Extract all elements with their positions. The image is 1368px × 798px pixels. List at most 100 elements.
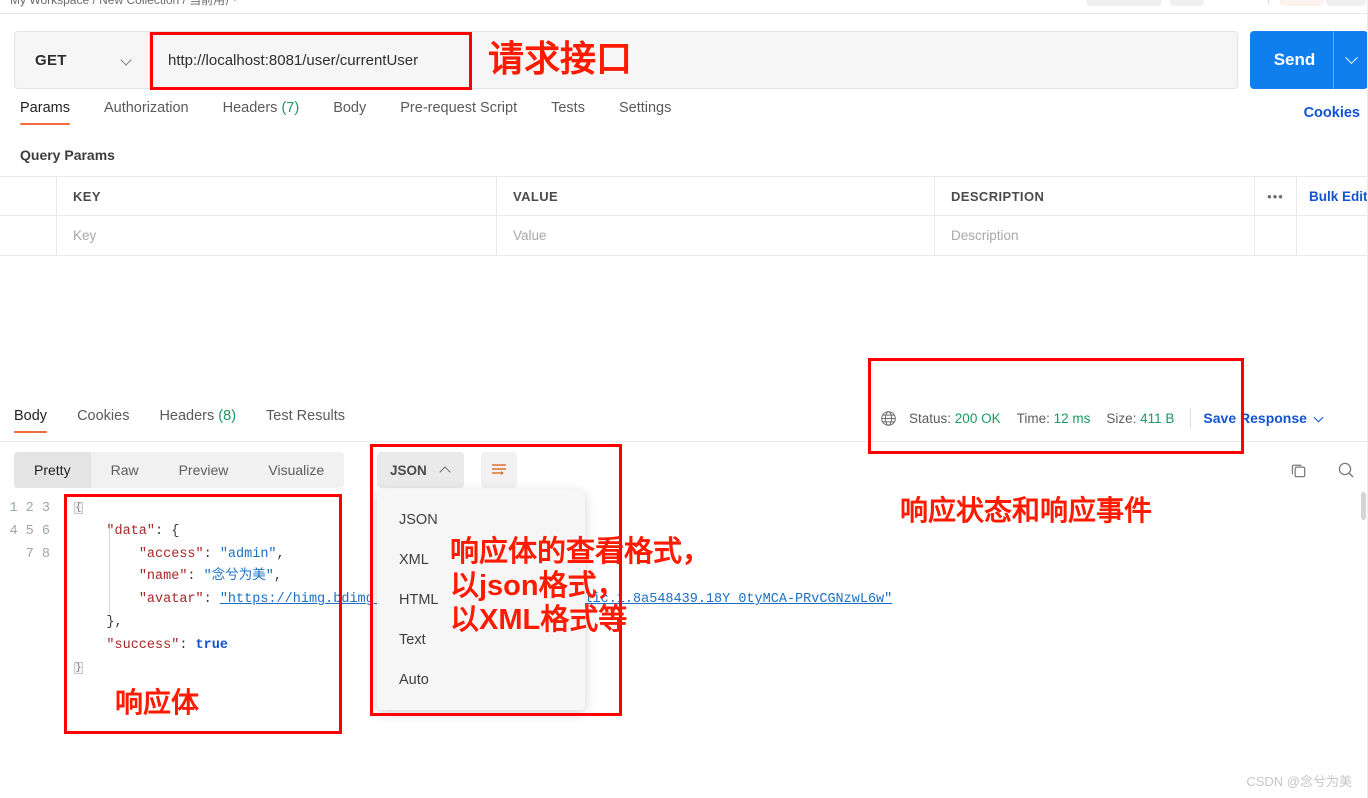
response-time: Time: 12 ms <box>1017 411 1091 426</box>
time-value: 12 ms <box>1053 410 1091 426</box>
column-header-key: KEY <box>57 177 497 215</box>
send-chevron-down-icon[interactable] <box>1334 56 1368 65</box>
url-input[interactable] <box>150 32 1237 88</box>
tab-headers[interactable]: Headers (7) <box>223 100 300 125</box>
annotation-box-response-status <box>868 358 1244 454</box>
response-tab-body[interactable]: Body <box>14 408 48 433</box>
tab-params[interactable]: Params <box>20 100 70 125</box>
response-tab-cookies[interactable]: Cookies <box>77 408 129 433</box>
save-response-button[interactable]: Save Response <box>1203 410 1324 426</box>
tab-body[interactable]: Body <box>333 100 366 125</box>
query-params-table: KEY VALUE DESCRIPTION ••• Bulk Edit Key … <box>0 176 1368 256</box>
top-action-button-1[interactable] <box>1086 0 1162 6</box>
save-response-chevron-down-icon[interactable] <box>1315 414 1324 423</box>
tab-settings[interactable]: Settings <box>619 100 671 125</box>
top-action-button-3[interactable] <box>1280 0 1324 6</box>
globe-icon <box>881 410 896 426</box>
fold-toggle-close[interactable]: } <box>74 661 83 674</box>
line-numbers: 1 2 3 4 5 6 7 8 <box>9 501 50 562</box>
row-checkbox-gutter <box>0 177 57 215</box>
search-icon <box>1338 462 1354 478</box>
view-mode-visualize[interactable]: Visualize <box>248 452 344 488</box>
column-header-value: VALUE <box>497 177 935 215</box>
window-top-strip: My Workspace / New Collection / 当前用户 <box>0 0 1368 14</box>
key-input[interactable]: Key <box>57 216 497 255</box>
query-params-title: Query Params <box>20 147 115 163</box>
response-tab-headers-label: Headers <box>159 408 215 424</box>
annotation-text-format-note: 响应体的查看格式， 以json格式， 以XML格式等 <box>450 536 712 637</box>
status-code: Status: 200 OK <box>909 411 1001 426</box>
status-label: Status: <box>909 410 952 426</box>
row-checkbox-gutter[interactable] <box>0 216 57 255</box>
save-response-label: Save Response <box>1203 410 1307 426</box>
response-scrollbar[interactable] <box>1361 492 1366 520</box>
top-action-button-4[interactable] <box>1326 0 1366 6</box>
view-mode-preview[interactable]: Preview <box>159 452 249 488</box>
response-tab-body-label: Body <box>14 408 48 424</box>
tab-pre-request-script[interactable]: Pre-request Script <box>400 100 517 125</box>
method-label: GET <box>35 51 67 69</box>
response-status-bar: Status: 200 OK Time: 12 ms Size: 411 B S… <box>880 408 1324 428</box>
json-key-data: "data" <box>106 523 156 539</box>
top-action-button-2[interactable] <box>1170 0 1204 6</box>
tab-headers-count: (7) <box>281 100 300 116</box>
table-row[interactable]: Key Value Description <box>0 216 1368 256</box>
send-button[interactable]: Send <box>1250 31 1368 89</box>
json-key-avatar: "avatar" <box>138 592 204 608</box>
tab-authorization[interactable]: Authorization <box>104 100 189 125</box>
watermark: CSDN @念兮为美 <box>1246 774 1352 789</box>
row-trailing-space <box>1297 216 1368 255</box>
response-tab-test-results-label: Test Results <box>266 408 346 424</box>
view-mode-pretty[interactable]: Pretty <box>14 452 91 488</box>
send-button-label: Send <box>1273 50 1316 69</box>
table-header-row: KEY VALUE DESCRIPTION ••• Bulk Edit <box>0 176 1368 216</box>
wrap-lines-icon <box>492 464 506 475</box>
response-divider <box>0 441 1368 442</box>
tab-tests[interactable]: Tests <box>551 100 585 125</box>
row-options-placeholder <box>1255 216 1297 255</box>
annotation-text-response-body: 响应体 <box>115 687 200 718</box>
response-size: Size: 411 B <box>1106 411 1174 426</box>
wrap-lines-button[interactable] <box>481 452 517 488</box>
column-header-description: DESCRIPTION <box>935 177 1255 215</box>
cookies-link[interactable]: Cookies <box>1304 105 1360 121</box>
annotation-text-response-status: 响应状态和响应事件 <box>900 495 1153 526</box>
tab-headers-label: Headers <box>222 100 278 116</box>
line-number-gutter: 1 2 3 4 5 6 7 8 <box>0 498 66 738</box>
value-input[interactable]: Value <box>497 216 935 255</box>
chevron-down-icon <box>122 55 133 66</box>
description-input[interactable]: Description <box>935 216 1255 255</box>
copy-button[interactable] <box>1283 455 1313 485</box>
size-value: 411 B <box>1140 410 1175 426</box>
fold-toggle-open[interactable]: { <box>74 502 83 514</box>
size-label: Size: <box>1106 410 1137 426</box>
response-tab-headers[interactable]: Headers (8) <box>159 408 236 433</box>
json-key-name: "name" <box>138 569 188 585</box>
annotation-text-request-api: 请求接口 <box>488 38 633 79</box>
bulk-edit-button[interactable]: Bulk Edit <box>1297 177 1368 215</box>
format-option-auto[interactable]: Auto <box>377 660 585 700</box>
tab-authorization-label: Authorization <box>103 100 189 116</box>
json-value-avatar-head[interactable]: "https://himg. <box>220 592 333 607</box>
time-label: Time: <box>1016 410 1050 426</box>
response-tab-test-results[interactable]: Test Results <box>266 408 345 433</box>
request-tabs: Params Authorization Headers (7) Body Pr… <box>0 100 1368 132</box>
copy-icon <box>1291 464 1305 477</box>
format-selector-label: JSON <box>390 462 427 478</box>
json-value-access: "admin" <box>219 546 277 562</box>
method-selector[interactable]: GET <box>15 32 149 88</box>
table-options-icon[interactable]: ••• <box>1255 177 1297 215</box>
breadcrumb: My Workspace / New Collection / 当前用户 <box>10 0 238 7</box>
format-selector-button[interactable]: JSON <box>377 452 464 488</box>
tab-params-label: Params <box>20 100 70 116</box>
tab-settings-label: Settings <box>618 100 672 116</box>
response-tab-headers-count: (8) <box>218 408 237 424</box>
json-key-success: "success" <box>106 637 180 653</box>
status-value: 200 OK <box>954 410 1001 426</box>
json-value-name: "念兮为美" <box>203 569 274 585</box>
search-button[interactable] <box>1331 455 1361 485</box>
response-tab-cookies-label: Cookies <box>77 408 130 424</box>
status-divider <box>1190 408 1192 428</box>
format-option-json[interactable]: JSON <box>377 500 585 540</box>
view-mode-raw[interactable]: Raw <box>91 452 159 488</box>
